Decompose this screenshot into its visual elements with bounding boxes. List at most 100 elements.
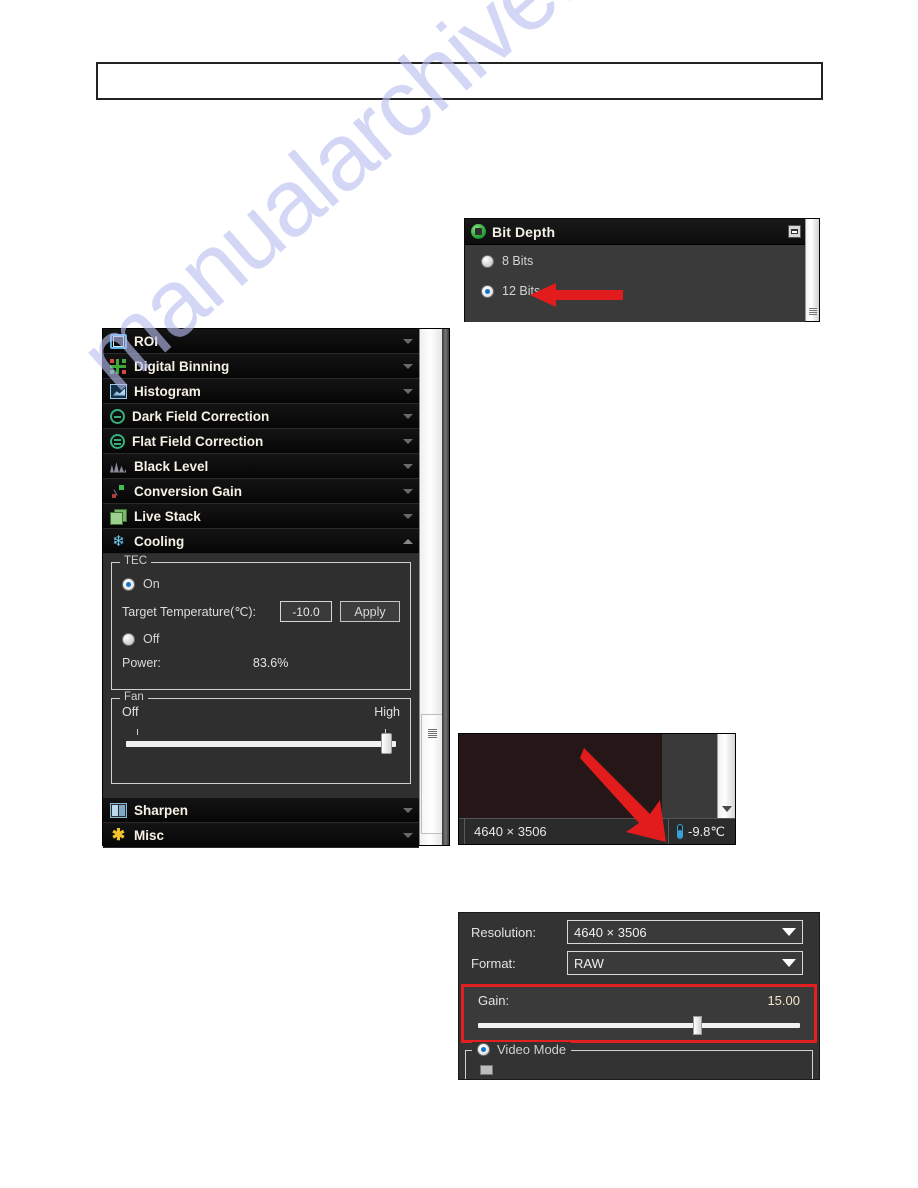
group-black-level-label: Black Level xyxy=(134,458,209,474)
fan-slider-thumb[interactable] xyxy=(380,733,392,754)
radio-12bits-indicator[interactable] xyxy=(481,284,494,298)
chevron-down-icon[interactable] xyxy=(722,806,732,812)
cooling-section-body: TEC On Target Temperature(℃): -10.0 Appl… xyxy=(103,554,419,798)
resolution-label: Resolution: xyxy=(471,924,537,940)
status-temperature-value: -9.8℃ xyxy=(687,823,725,839)
radio-8bits-label: 8 Bits xyxy=(502,254,534,268)
target-temperature-label: Target Temperature(℃): xyxy=(122,605,256,619)
chevron-down-icon[interactable] xyxy=(403,413,413,419)
group-live-stack[interactable]: Live Stack xyxy=(103,504,419,529)
tec-on-row[interactable]: On xyxy=(122,577,400,591)
group-roi-label: ROI xyxy=(134,333,159,349)
camera-controls-panel: ROI Digital Binning Histogram Dark Field… xyxy=(102,328,450,848)
target-temperature-row: Target Temperature(℃): -10.0 Apply xyxy=(122,601,400,622)
chevron-down-icon[interactable] xyxy=(403,363,413,369)
scrollbar-grip-icon xyxy=(809,308,817,316)
power-label: Power: xyxy=(122,656,161,670)
format-label: Format: xyxy=(471,955,516,971)
chevron-down-icon[interactable] xyxy=(782,928,796,936)
chevron-down-icon[interactable] xyxy=(403,513,413,519)
chevron-down-icon[interactable] xyxy=(782,959,796,967)
fan-slider-labels: Off High xyxy=(122,705,400,719)
gain-value: 15.00 xyxy=(767,993,800,1008)
roi-icon xyxy=(110,333,127,349)
group-misc[interactable]: ✱ Misc xyxy=(103,823,419,848)
radio-video-mode-indicator[interactable] xyxy=(477,1043,490,1056)
fan-slider[interactable] xyxy=(126,729,396,754)
group-cooling[interactable]: ❄ Cooling xyxy=(103,529,419,554)
circle-equals-icon xyxy=(110,433,125,449)
video-mode-legend[interactable]: Video Mode xyxy=(472,1042,572,1057)
radio-8bits-indicator[interactable] xyxy=(481,254,494,268)
binning-icon xyxy=(110,358,127,374)
video-mode-fieldset: Video Mode xyxy=(465,1042,813,1079)
chevron-down-icon[interactable] xyxy=(403,463,413,469)
format-dropdown[interactable]: RAW xyxy=(567,951,803,975)
format-row: Format: RAW xyxy=(459,944,819,975)
group-sharpen-label: Sharpen xyxy=(134,802,189,818)
radio-option-8bits[interactable]: 8 Bits xyxy=(481,254,805,268)
group-dark-field-correction-label: Dark Field Correction xyxy=(132,408,270,424)
radio-tec-off-label: Off xyxy=(143,632,160,646)
fan-slider-tick-min xyxy=(136,729,138,735)
chevron-down-icon[interactable] xyxy=(403,807,413,813)
gain-header: Gain: 15.00 xyxy=(478,993,800,1008)
asterisk-icon: ✱ xyxy=(111,826,126,844)
bit-depth-annotation-arrow-icon xyxy=(530,283,623,307)
camera-controls-scrollbar[interactable] xyxy=(419,329,449,845)
chevron-down-icon[interactable] xyxy=(403,488,413,494)
group-misc-label: Misc xyxy=(134,827,165,843)
chevron-down-icon[interactable] xyxy=(403,388,413,394)
power-value: 83.6% xyxy=(252,656,289,670)
group-live-stack-label: Live Stack xyxy=(134,508,201,524)
panel-edge xyxy=(442,329,449,845)
fan-fieldset: Fan Off High xyxy=(111,691,411,784)
gain-slider-thumb[interactable] xyxy=(692,1016,702,1035)
gain-highlight-box: Gain: 15.00 xyxy=(461,984,817,1043)
video-mode-inner-control[interactable] xyxy=(480,1065,493,1075)
group-cooling-label: Cooling xyxy=(134,533,185,549)
bit-depth-main: Bit Depth 8 Bits 12 Bits xyxy=(465,219,805,322)
group-histogram[interactable]: Histogram xyxy=(103,379,419,404)
sharpen-icon xyxy=(110,802,127,818)
green-circle-icon xyxy=(471,224,486,239)
fan-max-label: High xyxy=(374,705,400,719)
gain-label: Gain: xyxy=(478,993,510,1008)
bit-depth-body: 8 Bits 12 Bits xyxy=(465,245,805,322)
apply-button[interactable]: Apply xyxy=(340,601,400,622)
bit-depth-title: Bit Depth xyxy=(492,223,556,240)
minimize-icon[interactable] xyxy=(788,225,801,238)
chevron-down-icon[interactable] xyxy=(403,338,413,344)
format-value: RAW xyxy=(574,955,604,971)
conversion-gain-icon xyxy=(110,484,127,499)
resolution-dropdown[interactable]: 4640 × 3506 xyxy=(567,920,803,944)
group-digital-binning-label: Digital Binning xyxy=(134,358,230,374)
target-temperature-input[interactable]: -10.0 xyxy=(280,601,332,622)
group-black-level[interactable]: Black Level xyxy=(103,454,419,479)
group-flat-field-correction[interactable]: Flat Field Correction xyxy=(103,429,419,454)
group-digital-binning[interactable]: Digital Binning xyxy=(103,354,419,379)
tec-off-row[interactable]: Off xyxy=(122,632,400,646)
bit-depth-header: Bit Depth xyxy=(465,219,805,245)
camera-settings-panel: Resolution: 4640 × 3506 Format: RAW Gain… xyxy=(458,912,820,1080)
group-dark-field-correction[interactable]: Dark Field Correction xyxy=(103,404,419,429)
resolution-value: 4640 × 3506 xyxy=(574,924,647,940)
tec-legend: TEC xyxy=(120,555,151,567)
bit-depth-scrollbar[interactable] xyxy=(805,219,819,321)
chevron-up-icon[interactable] xyxy=(403,538,413,544)
chevron-down-icon[interactable] xyxy=(403,832,413,838)
radio-tec-on-indicator[interactable] xyxy=(122,577,135,591)
stack-icon xyxy=(110,508,127,525)
group-conversion-gain-label: Conversion Gain xyxy=(134,483,243,499)
gain-slider[interactable] xyxy=(478,1016,800,1035)
chevron-down-icon[interactable] xyxy=(403,438,413,444)
group-roi[interactable]: ROI xyxy=(103,329,419,354)
scrollbar-grip-icon xyxy=(428,729,437,738)
radio-tec-off-indicator[interactable] xyxy=(122,632,135,646)
preview-vertical-scrollbar[interactable] xyxy=(717,734,735,818)
power-row: Power: 83.6% xyxy=(122,656,400,670)
group-conversion-gain[interactable]: Conversion Gain xyxy=(103,479,419,504)
bit-depth-panel: Bit Depth 8 Bits 12 Bits xyxy=(464,218,820,322)
camera-controls-list: ROI Digital Binning Histogram Dark Field… xyxy=(103,329,419,848)
group-sharpen[interactable]: Sharpen xyxy=(103,798,419,823)
